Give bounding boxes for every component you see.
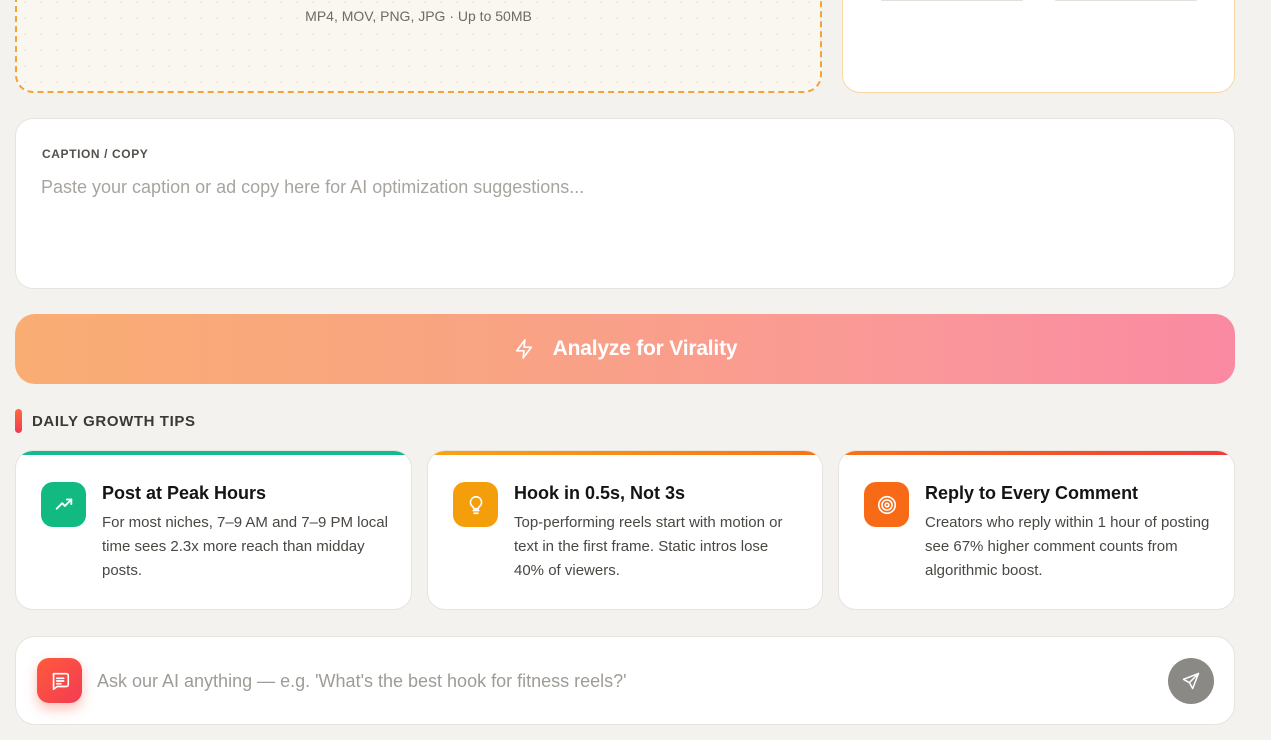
tips-section-heading: DAILY GROWTH TIPS (15, 409, 196, 433)
upload-dropzone[interactable]: MP4, MOV, PNG, JPG · Up to 50MB (15, 0, 822, 93)
side-card (842, 0, 1235, 93)
analyze-button[interactable]: Analyze for Virality (15, 314, 1235, 384)
tip-description: For most niches, 7–9 AM and 7–9 PM local… (102, 514, 388, 579)
page: MP4, MOV, PNG, JPG · Up to 50MB CAPTION … (0, 0, 1271, 740)
tip-title: Hook in 0.5s, Not 3s (514, 483, 686, 503)
target-icon (864, 482, 909, 527)
tip-card-accent (839, 451, 1234, 455)
tip-description: Creators who reply within 1 hour of post… (925, 514, 1210, 579)
tip-card: Reply to Every Comment Creators who repl… (838, 450, 1235, 610)
tip-title: Post at Peak Hours (102, 483, 267, 503)
upload-formats-text: MP4, MOV, PNG, JPG · Up to 50MB (305, 8, 532, 24)
lightbulb-icon (453, 482, 498, 527)
tip-card-accent (428, 451, 822, 455)
side-card-divider (1055, 0, 1197, 1)
tip-card: Post at Peak Hours For most niches, 7–9 … (15, 450, 412, 610)
send-button[interactable] (1168, 658, 1214, 704)
bolt-icon (515, 339, 532, 359)
caption-label: CAPTION / COPY (42, 147, 149, 161)
side-card-divider (881, 0, 1023, 1)
caption-box: CAPTION / COPY (15, 118, 1235, 289)
ai-chat-input[interactable] (97, 663, 1157, 699)
tips-section-title: DAILY GROWTH TIPS (32, 412, 196, 430)
section-accent-bar (15, 409, 22, 433)
message-icon (37, 658, 82, 703)
tip-description: Top-performing reels start with motion o… (514, 514, 783, 579)
tip-title: Reply to Every Comment (925, 483, 1139, 503)
send-icon (1182, 672, 1200, 690)
tip-card-accent (16, 451, 411, 455)
caption-input[interactable] (41, 177, 1201, 267)
ai-chat-bar (15, 636, 1235, 725)
trending-up-icon (41, 482, 86, 527)
tip-card: Hook in 0.5s, Not 3s Top-performing reel… (427, 450, 823, 610)
analyze-button-label: Analyze for Virality (552, 337, 738, 360)
